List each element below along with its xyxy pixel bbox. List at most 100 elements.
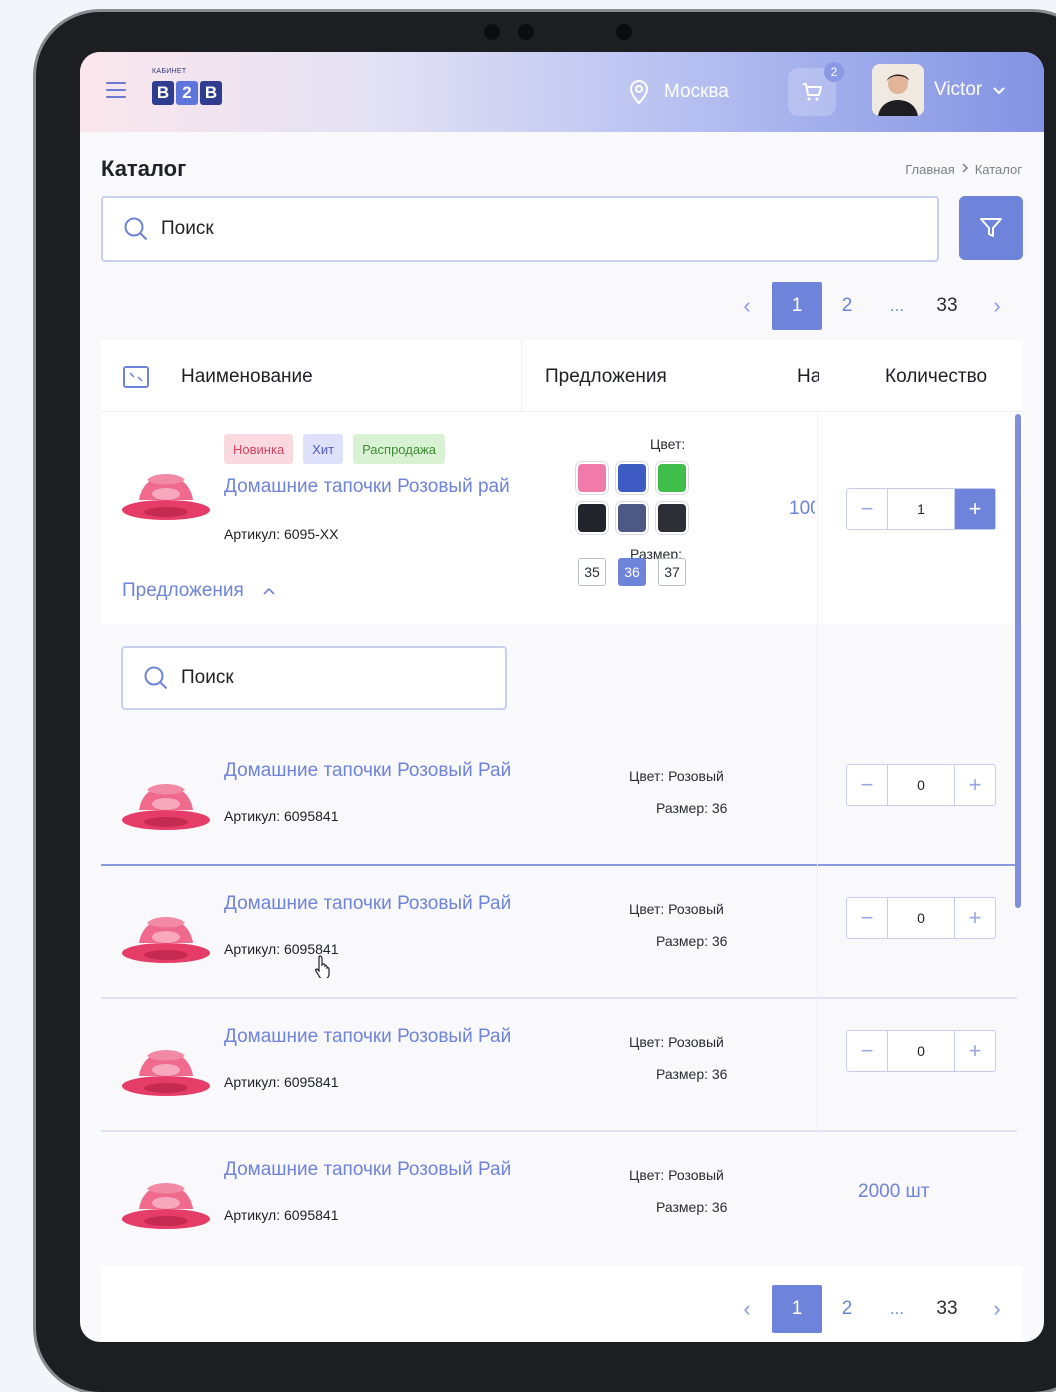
offer-sku: Артикул: 6095841	[224, 808, 339, 824]
offer-color: Цвет: Розовый	[629, 1167, 724, 1183]
prev-page-button[interactable]: ‹	[722, 1285, 772, 1333]
color-swatch-black[interactable]	[576, 502, 608, 534]
tag-hit: Хит	[303, 434, 344, 464]
product-name-link[interactable]: Домашние тапочки Розовый рай	[224, 476, 514, 498]
logo[interactable]: КАБИНЕТ B 2 B	[152, 68, 232, 114]
page-ellipsis: ...	[889, 1299, 905, 1318]
hand-cursor-icon	[314, 955, 330, 978]
offer-name-link[interactable]: Домашние тапочки Розовый Рай	[224, 1026, 514, 1048]
quantity-value[interactable]: 0	[887, 765, 955, 805]
offer-color: Цвет: Розовый	[629, 768, 724, 784]
increment-button[interactable]: +	[955, 489, 995, 529]
page-ellipsis: ...	[889, 296, 905, 315]
page-button[interactable]: 1	[772, 282, 822, 330]
offer-color: Цвет: Розовый	[629, 1034, 724, 1050]
column-header-name[interactable]: Наименование	[181, 366, 313, 388]
search-input[interactable]	[161, 218, 861, 240]
offer-name-link[interactable]: Домашние тапочки Розовый Рай	[224, 760, 514, 782]
size-option-selected[interactable]: 36	[618, 558, 646, 586]
decrement-button[interactable]: −	[847, 898, 887, 938]
offer-image[interactable]	[119, 758, 213, 842]
logo-letter: B	[200, 81, 222, 105]
page-button[interactable]: 33	[922, 282, 972, 330]
product-tags: Новинка Хит Распродажа	[224, 434, 455, 464]
offer-stock: 2000 шт	[858, 1181, 930, 1202]
page-button[interactable]: 33	[922, 1285, 972, 1333]
decrement-button[interactable]: −	[847, 765, 887, 805]
offers-search-input[interactable]	[181, 667, 481, 689]
logo-letter: 2	[176, 81, 198, 105]
size-option[interactable]: 35	[578, 558, 606, 586]
column-header-quantity[interactable]: Количество	[885, 366, 987, 388]
scrollbar[interactable]	[1015, 414, 1021, 908]
price-value: 100	[789, 498, 815, 519]
offer-name-link[interactable]: Домашние тапочки Розовый Рай	[224, 893, 514, 915]
color-swatch-slate[interactable]	[616, 502, 648, 534]
offer-size: Размер: 36	[656, 1066, 728, 1082]
column-header-price[interactable]: На	[797, 366, 819, 388]
quantity-stepper: − 0 +	[846, 764, 996, 806]
offers-toggle[interactable]: Предложения	[122, 580, 276, 602]
user-menu[interactable]: Victor	[872, 64, 1006, 116]
cart-count-badge: 2	[824, 62, 844, 82]
color-label: Цвет:	[650, 436, 686, 452]
increment-button[interactable]: +	[955, 765, 995, 805]
menu-icon[interactable]	[106, 82, 126, 98]
decrement-button[interactable]: −	[847, 489, 887, 529]
prev-page-button[interactable]: ‹	[722, 282, 772, 330]
catalog-table: Наименование Предложения На Количество Н…	[101, 340, 1023, 1342]
row-divider	[101, 864, 1017, 866]
offer-row[interactable]: Домашние тапочки Розовый Рай Артикул: 60…	[101, 1000, 1023, 1132]
increment-button[interactable]: +	[955, 1031, 995, 1071]
offer-color: Цвет: Розовый	[629, 901, 724, 917]
offers-toggle-label: Предложения	[122, 580, 244, 601]
offer-image[interactable]	[119, 1157, 213, 1241]
offer-image[interactable]	[119, 1024, 213, 1108]
filter-button[interactable]	[959, 196, 1023, 260]
offer-row[interactable]: Домашние тапочки Розовый Рай Артикул: 60…	[101, 1133, 1023, 1265]
offer-sku: Артикул: 6095841	[224, 1074, 339, 1090]
chevron-right-icon	[961, 162, 969, 177]
breadcrumb-home[interactable]: Главная	[905, 162, 954, 177]
increment-button[interactable]: +	[955, 898, 995, 938]
decrement-button[interactable]: −	[847, 1031, 887, 1071]
offer-name-link[interactable]: Домашние тапочки Розовый Рай	[224, 1159, 514, 1181]
page-button[interactable]: 2	[822, 282, 872, 330]
color-swatch-pink[interactable]	[576, 462, 608, 494]
column-header-offers[interactable]: Предложения	[545, 366, 667, 388]
page-button[interactable]: 1	[772, 1285, 822, 1333]
next-page-button[interactable]: ›	[972, 1285, 1022, 1333]
quantity-value[interactable]: 1	[887, 489, 955, 529]
catalog-search	[101, 196, 939, 262]
quantity-value[interactable]: 0	[887, 1031, 955, 1071]
camera-bar	[484, 24, 634, 44]
color-swatch-green[interactable]	[656, 462, 688, 494]
tag-sale: Распродажа	[353, 434, 445, 464]
camera-dot	[518, 24, 534, 40]
page-button[interactable]: 2	[822, 1285, 872, 1333]
logo-b2b: B 2 B	[152, 80, 224, 106]
filter-icon	[980, 218, 1002, 237]
next-page-button[interactable]: ›	[972, 282, 1022, 330]
pagination-bottom: ‹ 1 2 ... 33 ›	[722, 1285, 1022, 1333]
product-image[interactable]	[119, 448, 213, 532]
offer-size: Размер: 36	[656, 933, 728, 949]
color-swatch-blue[interactable]	[616, 462, 648, 494]
tag-new: Новинка	[224, 434, 294, 464]
quantity-value[interactable]: 0	[887, 898, 955, 938]
product-row[interactable]: Новинка Хит Распродажа Домашние тапочки …	[101, 412, 1023, 624]
breadcrumb-current: Каталог	[974, 162, 1022, 177]
offer-row[interactable]: Домашние тапочки Розовый Рай Артикул: 60…	[101, 867, 1023, 999]
offer-row[interactable]: Домашние тапочки Розовый Рай Артикул: 60…	[101, 734, 1023, 866]
logo-letter: B	[152, 81, 174, 105]
city-selector[interactable]: Москва	[628, 80, 729, 104]
offer-size: Размер: 36	[656, 800, 728, 816]
quantity-stepper: − 1 +	[846, 488, 996, 530]
page-title: Каталог	[101, 156, 187, 181]
size-option[interactable]: 37	[658, 558, 686, 586]
expand-icon[interactable]	[123, 366, 149, 388]
quantity-stepper: − 0 +	[846, 897, 996, 939]
cart-button[interactable]: 2	[788, 62, 844, 116]
color-swatch-charcoal[interactable]	[656, 502, 688, 534]
offer-image[interactable]	[119, 891, 213, 975]
